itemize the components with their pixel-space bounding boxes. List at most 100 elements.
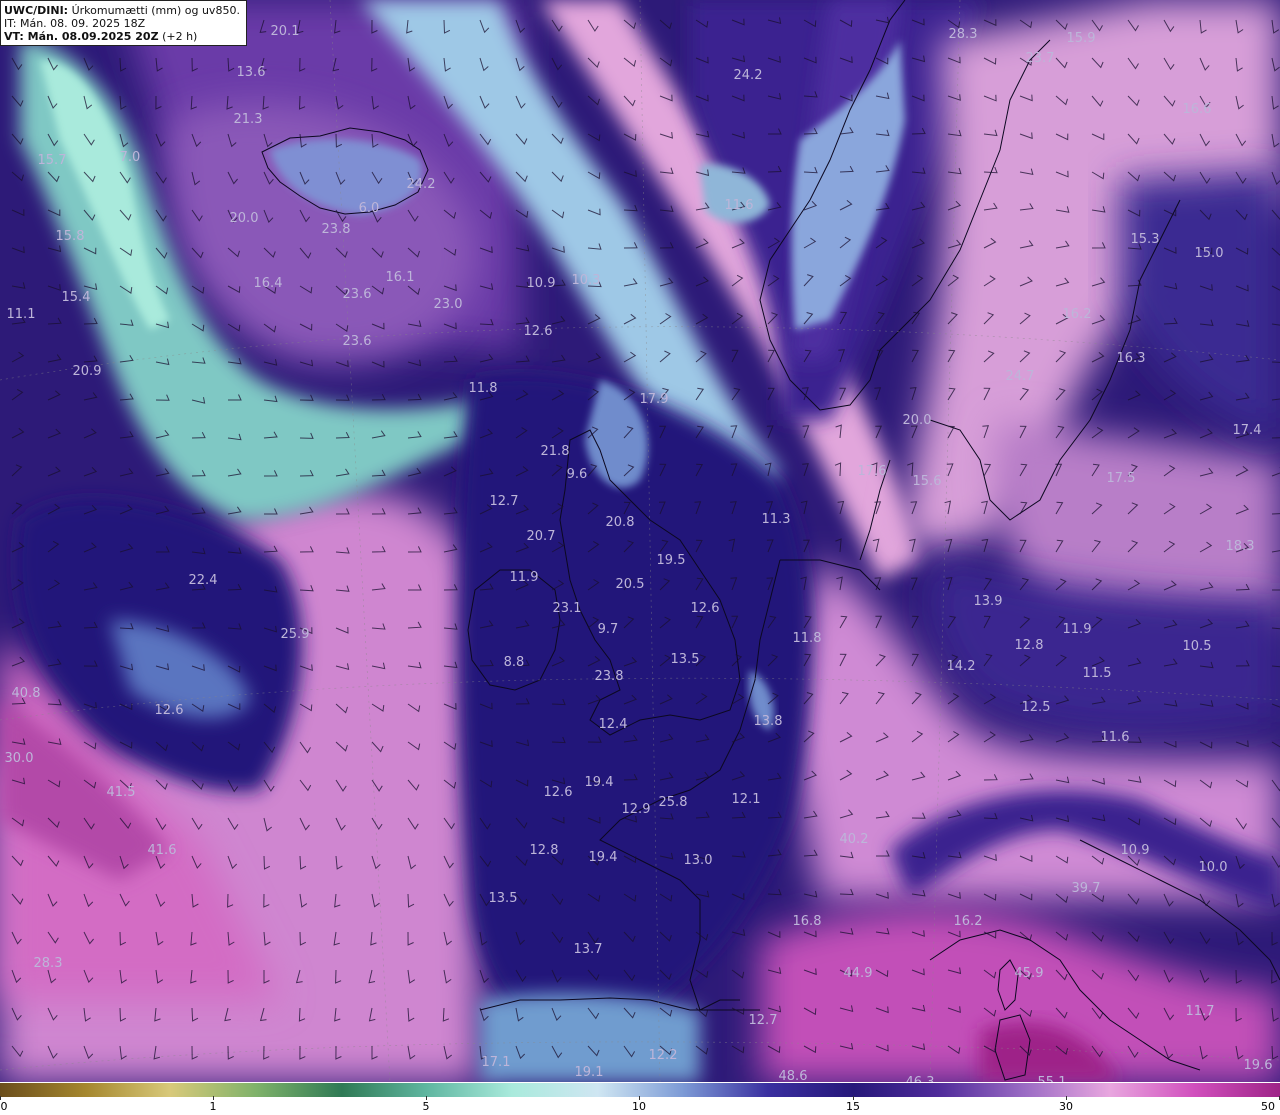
colorbar: 0 1 5 10 15 30 50	[0, 1082, 1280, 1115]
map-value-label: 11.8	[469, 381, 498, 396]
valid-time: VT: Mán. 08.09.2025 20Z	[4, 30, 159, 43]
map-value-label: 24.2	[407, 177, 436, 192]
map-value-label: 15.7	[38, 153, 67, 168]
map-value-label: 16.4	[254, 276, 283, 291]
map-value-label: 10.9	[527, 276, 556, 291]
map-value-label: 39.7	[1072, 881, 1101, 896]
map-value-label: 46.3	[906, 1075, 935, 1082]
map-value-label: 24.7	[1006, 369, 1035, 384]
map-value-label: 8.8	[504, 655, 525, 670]
map-value-label: 23.6	[343, 334, 372, 349]
map-value-label: 11.9	[510, 570, 539, 585]
map-value-label: 55.1	[1038, 1075, 1067, 1082]
map-value-label: 11.6	[725, 198, 754, 213]
colorbar-tick-label: 0	[0, 1100, 8, 1113]
map-value-label: 13.8	[754, 714, 783, 729]
map-value-label: 9.6	[567, 467, 588, 482]
map-value-label: 16.1	[386, 270, 415, 285]
map-description: Úrkomumætti (mm) og uv850.	[71, 4, 240, 17]
map-value-label: 16.3	[1117, 351, 1146, 366]
map-value-label: 10.5	[1183, 639, 1212, 654]
map-value-label: 17.1	[482, 1055, 511, 1070]
map-value-label: 18.3	[1226, 539, 1255, 554]
map-value-label: 25.8	[659, 795, 688, 810]
colorbar-tick-label: 5	[422, 1100, 430, 1113]
colorbar-tick-label: 10	[632, 1100, 646, 1113]
map-value-label: 20.8	[606, 515, 635, 530]
map-value-label: 23.6	[343, 287, 372, 302]
map-value-label: 23.8	[322, 222, 351, 237]
map-value-label: 19.4	[589, 850, 618, 865]
map-value-label: 41.6	[148, 843, 177, 858]
map-value-label: 20.7	[527, 529, 556, 544]
map-value-label: 20.5	[616, 577, 645, 592]
map-value-label: 16.2	[1063, 307, 1092, 322]
map-value-label: 15.0	[1195, 246, 1224, 261]
map-value-label: 11.5	[1083, 666, 1112, 681]
map-value-label: 13.0	[684, 853, 713, 868]
map-value-label: 30.0	[5, 751, 34, 766]
map-value-label: 17.5	[1107, 471, 1136, 486]
map-value-label: 12.7	[749, 1013, 778, 1028]
valid-time-offset: (+2 h)	[162, 30, 198, 43]
map-value-label: 23.7	[1026, 51, 1055, 66]
weather-map: 20.1 28.3 15.9 23.7 13.6 24.2 16.6 21.3 7.0 15.7 2…	[0, 0, 1280, 1082]
map-value-label: 15.8	[56, 229, 85, 244]
map-value-label: 12.1	[732, 792, 761, 807]
map-value-label: 23.8	[595, 669, 624, 684]
map-value-label: 20.1	[271, 24, 300, 39]
map-value-label: 28.3	[949, 27, 978, 42]
map-value-label: 10.9	[1121, 843, 1150, 858]
map-value-label: 45.9	[1015, 966, 1044, 981]
map-value-label: 15.9	[1067, 31, 1096, 46]
map-value-label: 11.9	[1063, 622, 1092, 637]
valid-time-line: VT: Mán. 08.09.2025 20Z (+2 h)	[4, 30, 240, 43]
map-value-label: 15.3	[1131, 232, 1160, 247]
map-value-label: 16.6	[1183, 102, 1212, 117]
model-name: UWC/DINI:	[4, 4, 69, 17]
map-value-label: 10.0	[1199, 860, 1228, 875]
map-value-label: 21.8	[541, 444, 570, 459]
map-value-label: 17.9	[640, 392, 669, 407]
map-value-label: 12.8	[530, 843, 559, 858]
map-value-label: 40.8	[12, 686, 41, 701]
map-value-label: 21.3	[234, 112, 263, 127]
map-value-label: 19.4	[585, 775, 614, 790]
map-value-label: 16.8	[793, 914, 822, 929]
map-value-label: 13.6	[237, 65, 266, 80]
map-value-label: 24.2	[734, 68, 763, 83]
map-value-label: 10.3	[572, 273, 601, 288]
map-value-label: 11.7	[1186, 1004, 1215, 1019]
map-value-label: 13.9	[974, 594, 1003, 609]
colorbar-tick-label: 50	[1261, 1100, 1275, 1113]
map-value-label: 12.6	[524, 324, 553, 339]
map-value-label: 15.4	[62, 290, 91, 305]
colorbar-gradient	[0, 1083, 1280, 1097]
map-value-label: 20.0	[903, 413, 932, 428]
map-value-label: 12.6	[691, 601, 720, 616]
map-value-label: 16.2	[954, 914, 983, 929]
map-value-label: 20.0	[230, 211, 259, 226]
map-value-label: 40.2	[840, 832, 869, 847]
initial-time: IT: Mán. 08. 09. 2025 18Z	[4, 17, 146, 30]
map-value-label: 12.6	[544, 785, 573, 800]
map-value-label: 19.5	[657, 553, 686, 568]
colorbar-tick-label: 1	[209, 1100, 217, 1113]
map-value-label: 23.0	[434, 297, 463, 312]
map-value-label: 11.1	[7, 307, 36, 322]
map-value-label: 23.1	[553, 601, 582, 616]
map-value-label: 25.9	[281, 627, 310, 642]
map-value-label: 12.8	[1015, 638, 1044, 653]
map-value-label: 11.6	[1101, 730, 1130, 745]
map-value-label: 44.9	[844, 966, 873, 981]
map-value-label: 12.5	[1022, 700, 1051, 715]
map-value-label: 19.1	[575, 1065, 604, 1080]
map-value-label: 12.7	[490, 494, 519, 509]
map-value-label: 12.9	[622, 802, 651, 817]
map-value-label: 13.5	[671, 652, 700, 667]
map-value-label: 13.7	[574, 942, 603, 957]
map-value-label: 17.6	[858, 464, 887, 479]
map-value-label: 41.5	[107, 785, 136, 800]
map-value-label: 19.6	[1244, 1058, 1273, 1073]
map-value-label: 13.5	[489, 891, 518, 906]
